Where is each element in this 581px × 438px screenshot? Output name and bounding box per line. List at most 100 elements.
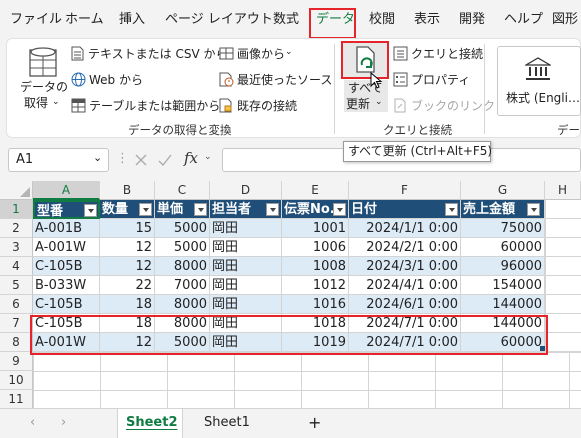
table-cell[interactable]: 1012 [282, 276, 349, 295]
row-header[interactable]: 4 [0, 257, 33, 276]
column-header-b[interactable]: B [100, 181, 155, 200]
recent-sources-button[interactable]: 最近使ったソース [219, 71, 332, 89]
table-cell[interactable]: 8000 [155, 295, 210, 314]
table-header-cell[interactable]: 伝票No. [282, 200, 349, 219]
table-cell[interactable]: A-001W [33, 238, 100, 257]
table-cell[interactable]: 12 [100, 257, 155, 276]
text-csv-button[interactable]: テキストまたは CSV から [71, 45, 227, 63]
row-header[interactable]: 10 [0, 371, 33, 390]
add-sheet-button[interactable]: + [308, 414, 321, 432]
properties-button[interactable]: プロパティ [393, 71, 470, 89]
menu-view[interactable]: 表示 [414, 12, 440, 28]
table-cell[interactable]: A-001B [33, 219, 100, 238]
table-header-cell[interactable]: 単価 [155, 200, 210, 219]
table-cell[interactable]: 8000 [155, 257, 210, 276]
menu-page-layout[interactable]: ページ レイアウト [165, 12, 273, 28]
table-cell[interactable]: 5000 [155, 219, 210, 238]
table-cell[interactable]: 12 [100, 238, 155, 257]
column-header-d[interactable]: D [210, 181, 282, 200]
row-header[interactable]: 7 [0, 314, 33, 333]
existing-connections-button[interactable]: 既存の接続 [219, 97, 309, 115]
queries-connections-button[interactable]: クエリと接続 [393, 45, 483, 63]
table-cell[interactable]: 岡田 [210, 219, 282, 238]
insert-function-button[interactable]: fx [184, 149, 198, 167]
row-header[interactable]: 1 [0, 200, 33, 219]
row-header[interactable]: 11 [0, 390, 33, 409]
table-cell[interactable]: 60000 [461, 238, 545, 257]
column-header-a[interactable]: A [33, 181, 100, 200]
table-cell[interactable]: 2024/4/1 0:00 [349, 276, 461, 295]
table-cell[interactable]: 2024/1/1 0:00 [349, 219, 461, 238]
filter-dropdown-icon[interactable] [194, 203, 207, 216]
column-header-f[interactable]: F [349, 181, 461, 200]
table-cell[interactable]: 2024/6/1 0:00 [349, 295, 461, 314]
menu-shapes[interactable]: 図形 [552, 12, 578, 28]
table-cell[interactable]: C-105B [33, 295, 100, 314]
row-header[interactable]: 5 [0, 276, 33, 295]
filter-dropdown-icon[interactable] [266, 203, 279, 216]
menu-file[interactable]: ファイル [10, 12, 62, 28]
table-header-cell[interactable]: 売上金額 [461, 200, 545, 219]
tab-scroll-left-icon[interactable]: ‹ [30, 414, 35, 432]
table-cell[interactable]: 5000 [155, 238, 210, 257]
table-cell[interactable]: 96000 [461, 257, 545, 276]
table-cell[interactable]: 15 [100, 219, 155, 238]
empty-cells[interactable] [33, 352, 581, 408]
cancel-icon[interactable] [134, 153, 148, 167]
table-cell[interactable]: 岡田 [210, 257, 282, 276]
table-cell[interactable]: 岡田 [210, 295, 282, 314]
spreadsheet-grid[interactable]: A B C D E F G H 1 2 3 4 5 6 7 8 9 10 11 … [0, 181, 581, 409]
menu-review[interactable]: 校閲 [369, 12, 395, 28]
table-cell[interactable]: 2024/2/1 0:00 [349, 238, 461, 257]
tab-scroll-right-icon[interactable]: › [61, 414, 66, 432]
row-header[interactable]: 8 [0, 333, 33, 352]
table-cell[interactable]: 7000 [155, 276, 210, 295]
row-header[interactable]: 9 [0, 352, 33, 371]
drag-handle-icon[interactable]: ⋮ [116, 151, 129, 166]
table-header-cell[interactable]: 担当者 [210, 200, 282, 219]
table-cell[interactable]: 1001 [282, 219, 349, 238]
filter-dropdown-icon[interactable] [333, 203, 346, 216]
table-cell[interactable]: 22 [100, 276, 155, 295]
table-cell[interactable]: 1008 [282, 257, 349, 276]
name-box[interactable]: A1 ⌄ [8, 148, 109, 172]
filter-dropdown-icon[interactable] [445, 203, 458, 216]
empty-column-h[interactable] [545, 200, 581, 352]
table-cell[interactable]: 18 [100, 295, 155, 314]
table-cell[interactable]: C-105B [33, 257, 100, 276]
table-cell[interactable]: 144000 [461, 295, 545, 314]
table-cell[interactable]: 岡田 [210, 238, 282, 257]
table-cell[interactable]: 154000 [461, 276, 545, 295]
menu-help[interactable]: ヘルプ [504, 12, 543, 28]
row-header[interactable]: 6 [0, 295, 33, 314]
row-header[interactable]: 3 [0, 238, 33, 257]
select-all-button[interactable] [0, 181, 33, 200]
filter-dropdown-icon[interactable] [84, 204, 97, 217]
get-data-button[interactable]: データの 取得 ⌄ [18, 80, 68, 112]
menu-developer[interactable]: 開発 [459, 12, 485, 28]
row-header[interactable]: 2 [0, 219, 33, 238]
table-cell[interactable]: B-033W [33, 276, 100, 295]
from-picture-button[interactable]: 画像から ⌄ [219, 45, 299, 63]
filter-dropdown-icon[interactable] [139, 203, 152, 216]
table-header-cell[interactable]: 日付 [349, 200, 461, 219]
table-cell[interactable]: 75000 [461, 219, 545, 238]
stocks-data-type[interactable]: 株式 (Engli… [497, 46, 581, 116]
column-header-e[interactable]: E [282, 181, 349, 200]
column-header-c[interactable]: C [155, 181, 210, 200]
table-header-cell[interactable]: 数量 [100, 200, 155, 219]
column-header-g[interactable]: G [461, 181, 545, 200]
table-range-button[interactable]: テーブルまたは範囲から [71, 97, 220, 115]
table-cell[interactable]: 1006 [282, 238, 349, 257]
table-cell[interactable]: 岡田 [210, 276, 282, 295]
table-cell[interactable]: 1016 [282, 295, 349, 314]
enter-check-icon[interactable] [158, 153, 172, 167]
menu-formulas[interactable]: 数式 [273, 12, 299, 28]
menu-insert[interactable]: 挿入 [119, 12, 145, 28]
filter-dropdown-icon[interactable] [527, 203, 540, 216]
tab-sheet1[interactable]: Sheet1 [204, 414, 250, 432]
menu-home[interactable]: ホーム [65, 12, 104, 28]
table-cell[interactable]: 2024/3/1 0:00 [349, 257, 461, 276]
table-header-cell[interactable]: 型番 [33, 200, 100, 219]
web-button[interactable]: Web から [71, 71, 151, 89]
